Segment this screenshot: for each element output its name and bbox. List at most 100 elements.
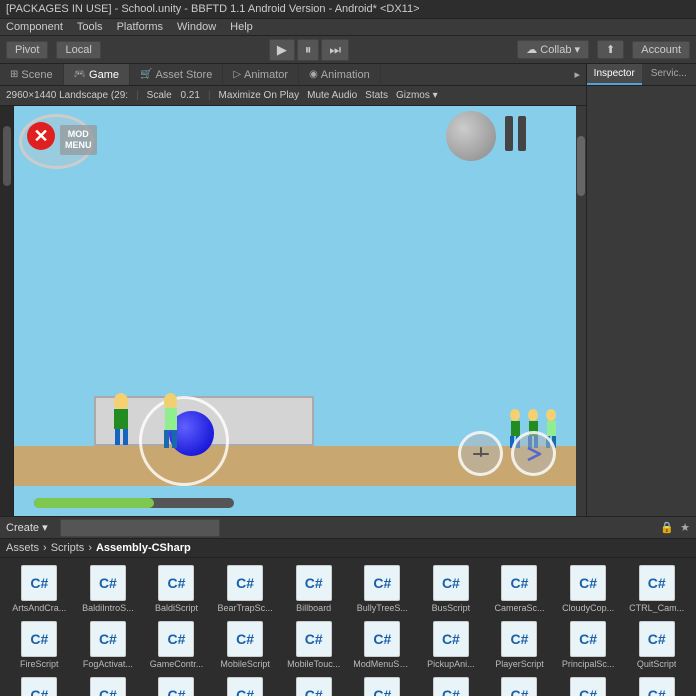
asset-item[interactable]: BaldiScript: [143, 562, 210, 616]
asset-icon: [639, 565, 675, 601]
asset-item[interactable]: SwingingDe...: [212, 674, 279, 696]
asset-label: GameContr...: [150, 659, 204, 669]
asset-item[interactable]: FireScript: [6, 618, 73, 672]
asset-icon: [639, 677, 675, 696]
breadcrumb-scripts[interactable]: Scripts: [51, 542, 85, 554]
asset-item[interactable]: CTRL_Cam...: [623, 562, 690, 616]
menu-help[interactable]: Help: [230, 21, 253, 33]
asset-item[interactable]: Billboard: [280, 562, 347, 616]
tab-inspector[interactable]: Inspector: [587, 64, 642, 85]
menu-window[interactable]: Window: [177, 21, 216, 33]
asset-item[interactable]: RunToggle: [6, 674, 73, 696]
asset-item[interactable]: QuitScript: [623, 618, 690, 672]
asset-item[interactable]: PlayerScript: [486, 618, 553, 672]
menu-bar: Component Tools Platforms Window Help: [0, 19, 696, 36]
asset-item[interactable]: MobileTouc...: [280, 618, 347, 672]
tabs-row: ⊞ Scene 🎮 Game 🛒 Asset Store ▷ Animator …: [0, 64, 586, 86]
tab-asset-store[interactable]: 🛒 Asset Store: [130, 64, 223, 85]
asset-icon: [158, 677, 194, 696]
step-button[interactable]: ⏭: [321, 39, 349, 61]
asset-item[interactable]: WoodSpaw...: [623, 674, 690, 696]
asset-label: ModMenuSc...: [353, 659, 411, 669]
mod-menu-label: MODMENU: [60, 125, 97, 155]
game-canvas[interactable]: ✕ MODMENU: [14, 106, 586, 516]
resolution-display[interactable]: 2960×1440 Landscape (29:: [6, 90, 128, 101]
action-button[interactable]: [511, 431, 556, 476]
asset-item[interactable]: PrincipalSc...: [555, 618, 622, 672]
tab-game[interactable]: 🎮 Game: [64, 64, 130, 85]
asset-item[interactable]: BearTrapSc...: [212, 562, 279, 616]
asset-item[interactable]: TutorBaldi...: [486, 674, 553, 696]
asset-item[interactable]: TrapSpawn...: [280, 674, 347, 696]
baldi-character: [164, 393, 177, 448]
asset-icon: [158, 565, 194, 601]
asset-icon: [227, 677, 263, 696]
asset-item[interactable]: BusScript: [418, 562, 485, 616]
play-controls: ▶ ⏸ ⏭: [269, 39, 349, 61]
asset-item[interactable]: TreesScript: [418, 674, 485, 696]
char-leg-left: [115, 429, 120, 445]
asset-icon: [21, 677, 57, 696]
local-button[interactable]: Local: [56, 41, 100, 59]
close-icon[interactable]: ✕: [27, 122, 55, 150]
asset-item[interactable]: CloudyCop...: [555, 562, 622, 616]
breadcrumb-assembly[interactable]: Assembly-CSharp: [96, 542, 191, 554]
baldi-leg-r: [172, 430, 177, 448]
collab-label: Collab ▾: [540, 43, 580, 56]
asset-item[interactable]: PickupAni...: [418, 618, 485, 672]
pivot-label: Pivot: [15, 44, 39, 56]
tab-animator[interactable]: ▷ Animator: [223, 64, 299, 85]
tab-services[interactable]: Servic...: [642, 64, 696, 85]
tab-scene[interactable]: ⊞ Scene: [0, 64, 64, 85]
baldi-legs: [164, 430, 177, 448]
gizmos-dropdown[interactable]: Gizmos ▾: [396, 90, 438, 101]
breadcrumb-sep-2: ›: [88, 542, 92, 554]
asset-item[interactable]: MobileScript: [212, 618, 279, 672]
collab-button[interactable]: ☁ Collab ▾: [517, 40, 589, 59]
maximize-toggle[interactable]: Maximize On Play: [219, 90, 300, 101]
asset-icon: [639, 621, 675, 657]
scroll-thumb[interactable]: [577, 136, 585, 196]
toolbar: Pivot Local ▶ ⏸ ⏭ ☁ Collab ▾ ⬆ Account: [0, 36, 696, 64]
asset-item[interactable]: BaldiIntroS...: [75, 562, 142, 616]
asset-item[interactable]: SlideshowS...: [75, 674, 142, 696]
search-input[interactable]: [60, 519, 220, 537]
asset-item[interactable]: ModMenuSc...: [349, 618, 416, 672]
breadcrumb: Assets › Scripts › Assembly-CSharp: [0, 539, 696, 558]
scale-control[interactable]: Scale 0.21: [147, 90, 200, 101]
lock-icon[interactable]: 🔒: [660, 521, 674, 534]
mod-menu-area: ✕ MODMENU: [19, 114, 94, 169]
asset-item[interactable]: StartScript: [143, 674, 210, 696]
play-button[interactable]: ▶: [269, 39, 295, 61]
asset-item[interactable]: BullyTreeS...: [349, 562, 416, 616]
game-toolbar: 2960×1440 Landscape (29: | Scale 0.21 | …: [0, 86, 586, 106]
asset-item[interactable]: GameContr...: [143, 618, 210, 672]
pause-button[interactable]: ⏸: [297, 39, 320, 61]
create-button[interactable]: Create ▾: [6, 521, 48, 534]
asset-label: BaldiIntroS...: [82, 603, 134, 613]
progress-bar: [34, 498, 154, 508]
menu-tools[interactable]: Tools: [77, 21, 103, 33]
menu-platforms[interactable]: Platforms: [117, 21, 163, 33]
cloud-button[interactable]: ⬆: [597, 40, 624, 59]
asset-item[interactable]: ArtsAndCra...: [6, 562, 73, 616]
stats-toggle[interactable]: Stats: [365, 90, 388, 101]
tab-scroll-right[interactable]: ▸: [568, 65, 586, 84]
asset-item[interactable]: TreeScript: [349, 674, 416, 696]
breadcrumb-assets[interactable]: Assets: [6, 542, 39, 554]
asset-item[interactable]: FogActivat...: [75, 618, 142, 672]
asset-icon: [501, 677, 537, 696]
bottom-toolbar: Create ▾ 🔒 ★: [0, 517, 696, 539]
menu-component[interactable]: Component: [6, 21, 63, 33]
joystick-button[interactable]: [458, 431, 503, 476]
game-view-scrollbar[interactable]: [576, 106, 586, 516]
asset-item[interactable]: WoodPicku...: [555, 674, 622, 696]
account-button[interactable]: Account: [632, 41, 690, 59]
pivot-button[interactable]: Pivot: [6, 41, 48, 59]
star-icon[interactable]: ★: [680, 521, 690, 534]
asset-item[interactable]: CameraSc...: [486, 562, 553, 616]
asset-icon: [501, 565, 537, 601]
mute-toggle[interactable]: Mute Audio: [307, 90, 357, 101]
tab-animation[interactable]: ◉ Animation: [299, 64, 381, 85]
title-text: [PACKAGES IN USE] - School.unity - BBFTD…: [6, 3, 420, 15]
